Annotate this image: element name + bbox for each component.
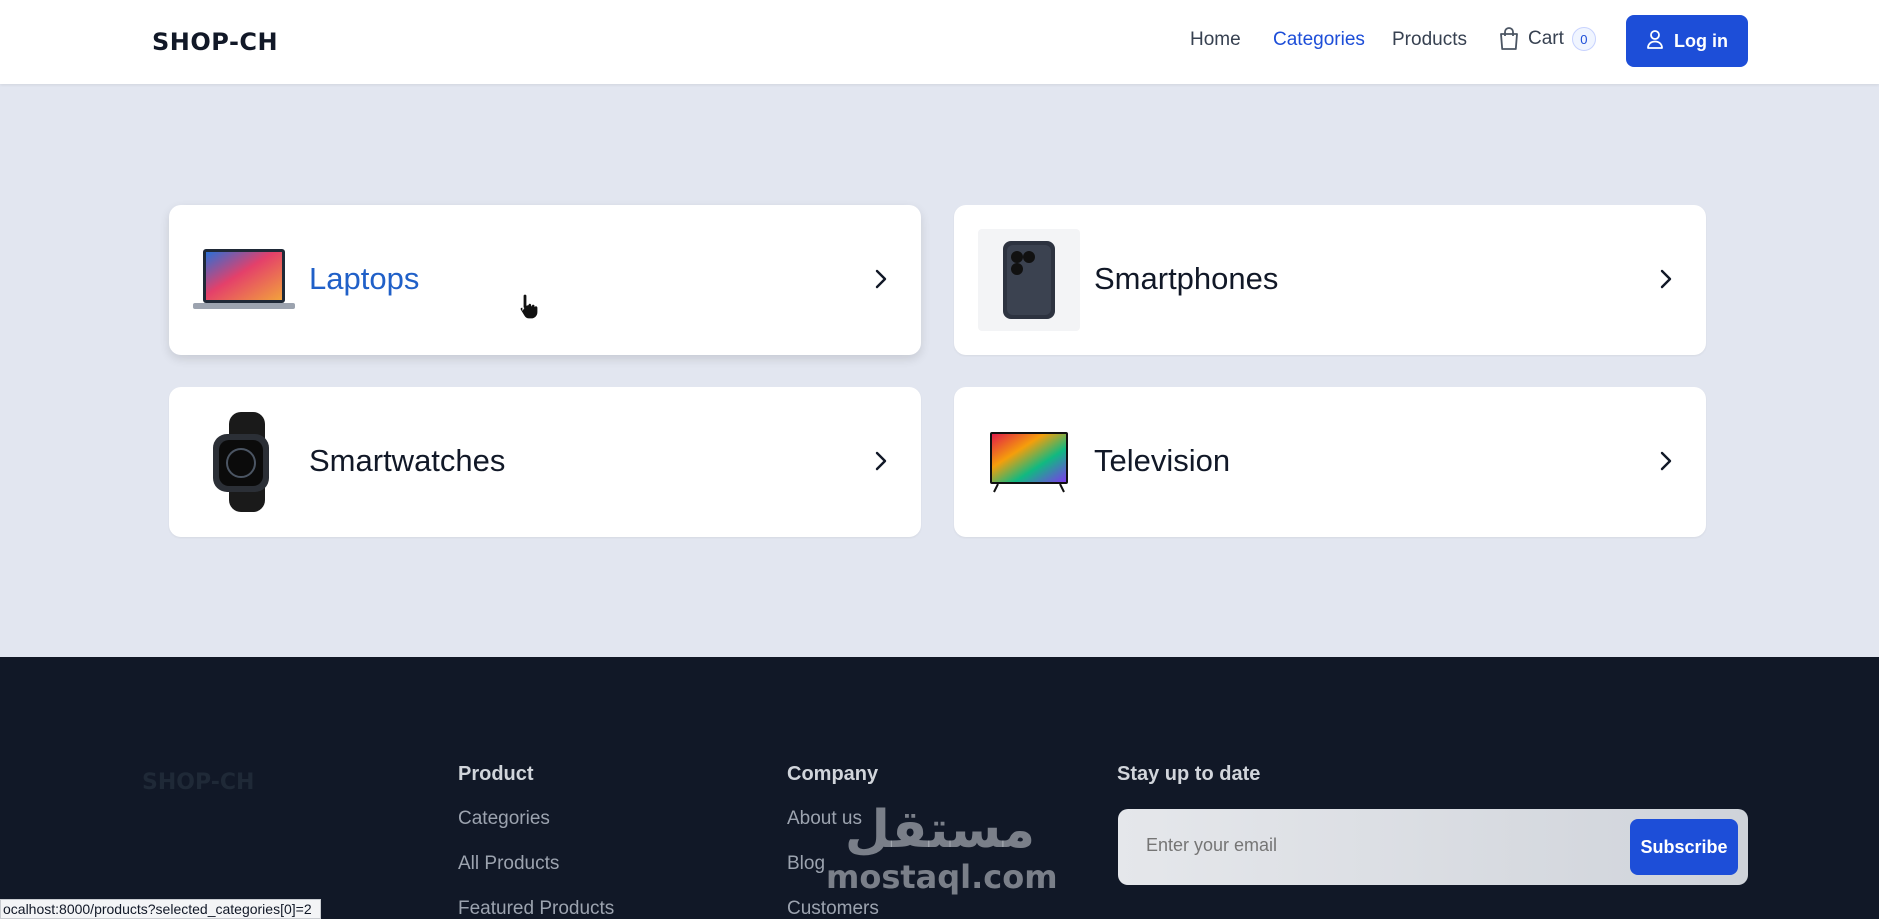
cart-link[interactable]: Cart 0 [1498,27,1596,51]
television-image [978,411,1080,513]
nav-categories[interactable]: Categories [1273,29,1365,51]
smartwatch-image [193,411,295,513]
browser-status-url: ocalhost:8000/products?selected_categori… [0,899,321,919]
footer-logo[interactable]: SHOP-CH [142,770,254,795]
cart-count-badge: 0 [1571,27,1596,51]
category-card-smartwatches[interactable]: Smartwatches [169,387,921,537]
smartphone-image [978,229,1080,331]
top-navbar: SHOP-CH Home Categories Products Cart 0 … [0,0,1879,84]
watermark-arabic: مستقل [844,800,1036,860]
login-label: Log in [1674,30,1728,51]
nav-home[interactable]: Home [1190,29,1241,51]
user-icon [1646,29,1664,54]
footer-link-customers[interactable]: Customers [787,898,879,919]
category-name: Smartphones [1094,261,1279,296]
shopping-bag-icon [1498,27,1520,51]
subscribe-button[interactable]: Subscribe [1630,819,1738,875]
newsletter-heading: Stay up to date [1117,763,1261,785]
category-card-television[interactable]: Television [954,387,1706,537]
footer-link-featured-products[interactable]: Featured Products [458,898,614,919]
chevron-right-icon [1660,451,1672,471]
mostaql-watermark: مستقل mostaql.com [826,800,1058,896]
footer-company-heading: Company [787,763,879,785]
cart-label: Cart [1528,28,1564,49]
hand-pointer-icon [519,293,539,320]
category-card-smartphones[interactable]: Smartphones [954,205,1706,355]
footer-product-heading: Product [458,763,534,785]
email-input[interactable] [1146,835,1596,856]
newsletter-form: Subscribe [1118,809,1748,885]
login-button[interactable]: Log in [1626,15,1748,67]
footer-link-blog[interactable]: Blog [787,853,825,875]
chevron-right-icon [875,269,887,289]
footer-link-all-products[interactable]: All Products [458,853,559,875]
category-name: Smartwatches [309,443,506,478]
category-name: Television [1094,443,1231,478]
footer-link-categories[interactable]: Categories [458,808,550,830]
nav-products[interactable]: Products [1392,29,1467,51]
category-card-laptops[interactable]: Laptops [169,205,921,355]
site-logo[interactable]: SHOP-CH [152,28,278,56]
category-name: Laptops [309,261,420,296]
chevron-right-icon [875,451,887,471]
laptop-image [193,229,295,331]
watermark-latin: mostaql.com [826,858,1058,896]
chevron-right-icon [1660,269,1672,289]
